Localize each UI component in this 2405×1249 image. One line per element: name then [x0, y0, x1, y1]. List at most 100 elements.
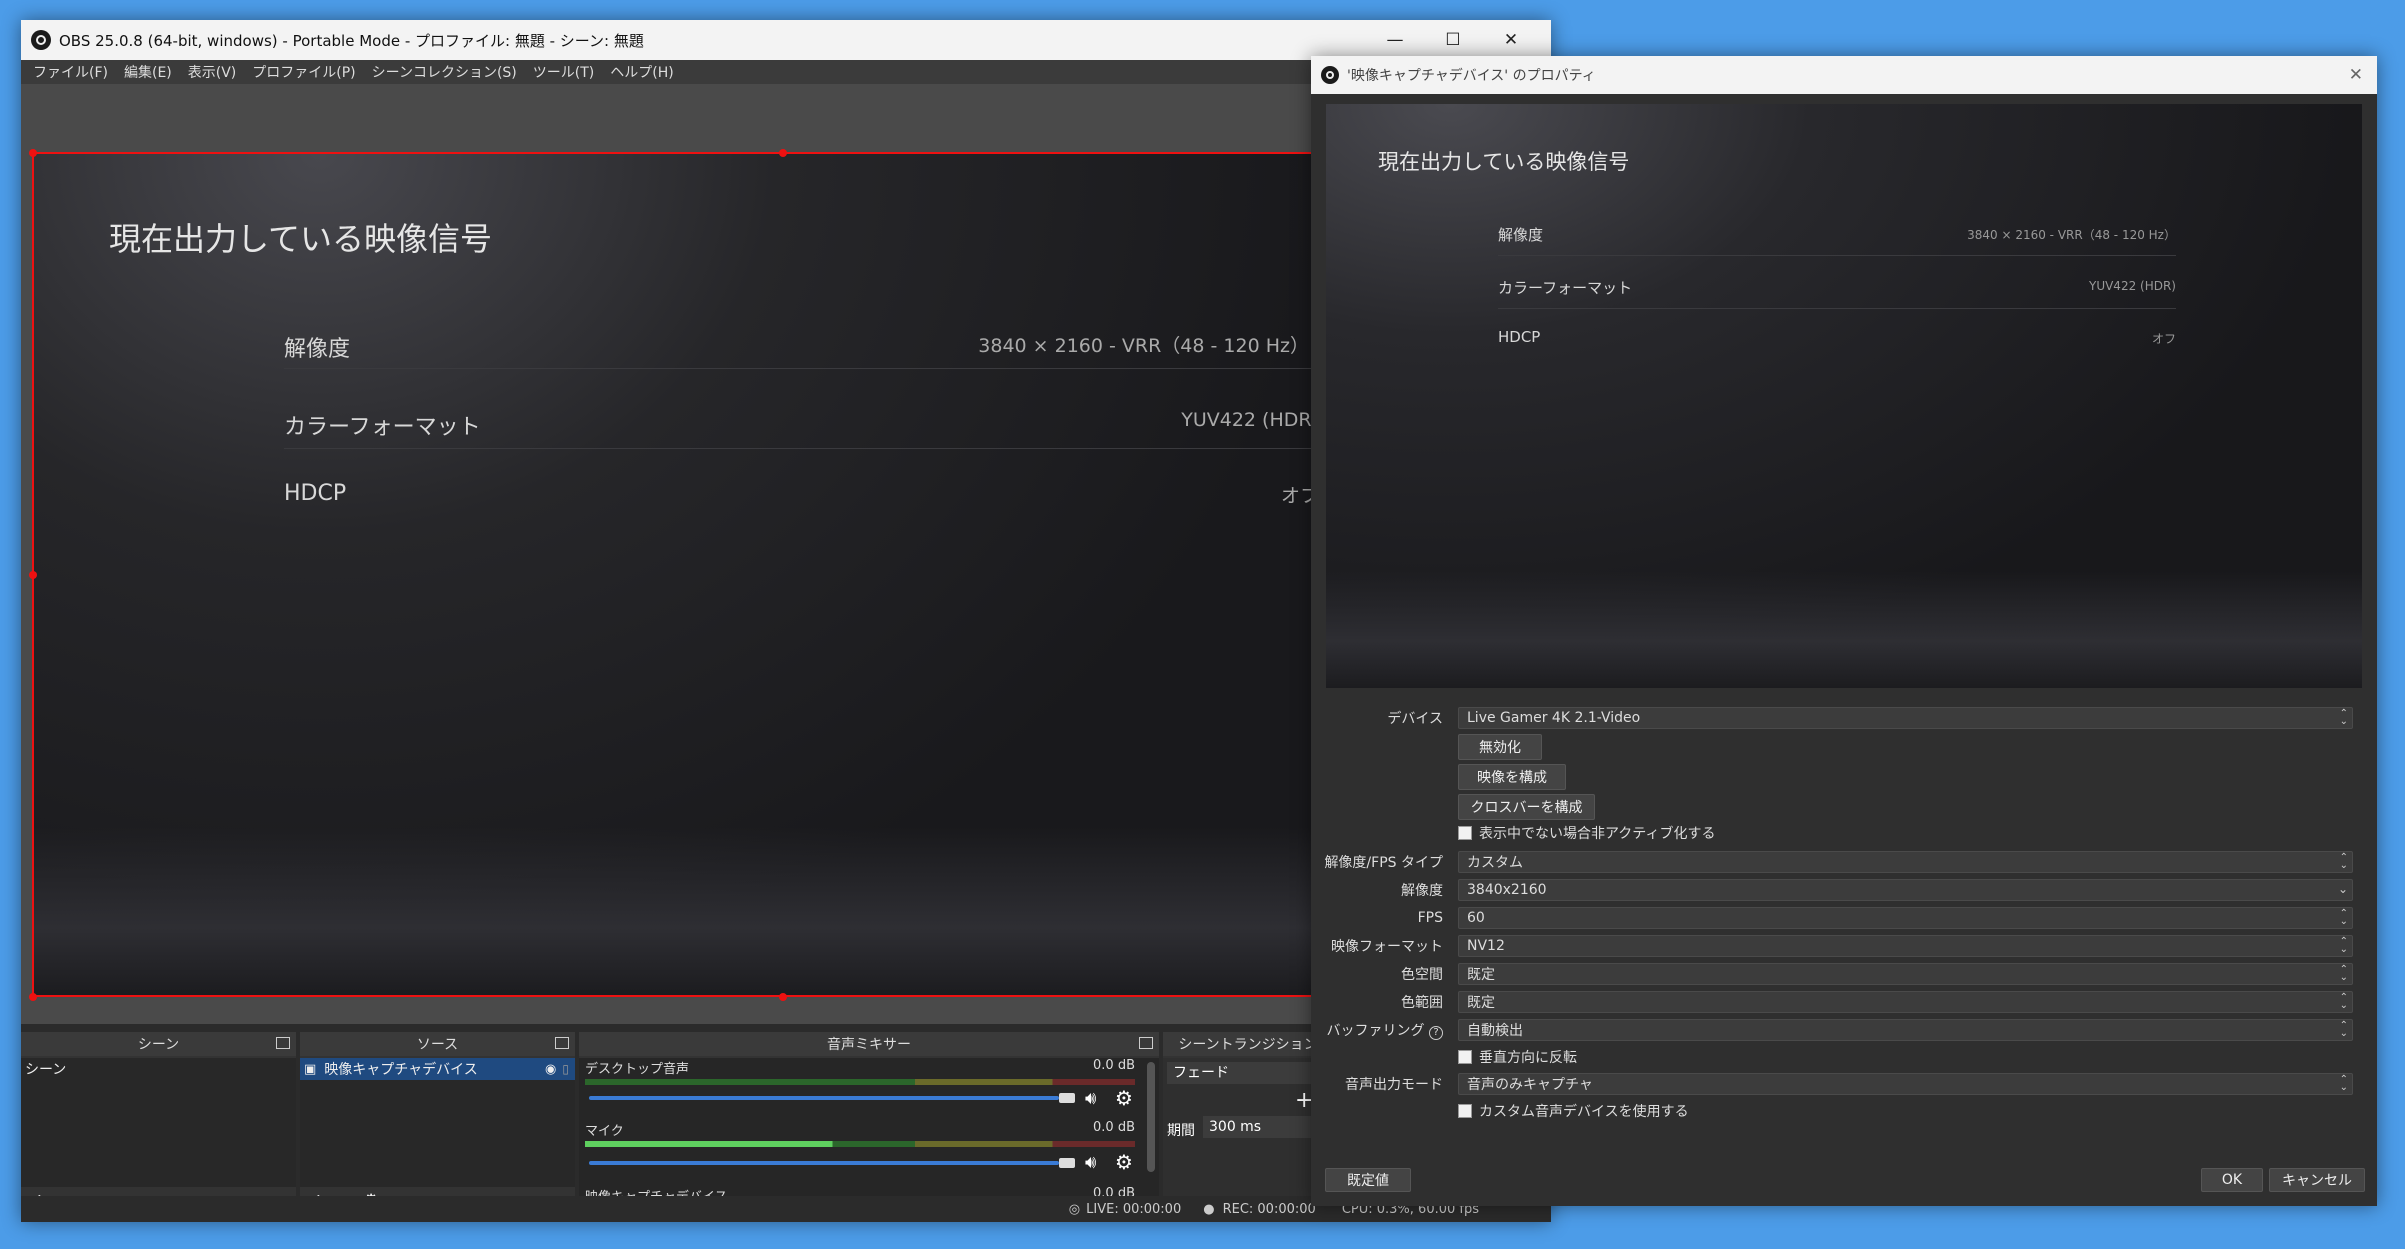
menu-profile[interactable]: プロファイル(P) [248, 62, 359, 82]
transform-handle[interactable] [29, 993, 37, 1001]
configure-video-button[interactable]: 映像を構成 [1458, 764, 1566, 790]
fps-select[interactable]: 60 ⌃ ⌄ [1458, 907, 2353, 929]
menu-help[interactable]: ヘルプ(H) [606, 62, 677, 82]
transform-handle[interactable] [779, 993, 787, 1001]
visibility-eye-icon[interactable]: ◉ [545, 1062, 556, 1077]
deactivate-button[interactable]: 無効化 [1458, 734, 1542, 760]
channel-name: デスクトップ音声 [585, 1062, 690, 1077]
field-value: カスタム [1467, 855, 1523, 871]
preview-floor-sheen [1326, 571, 2362, 688]
close-icon[interactable]: ✕ [2349, 65, 2363, 85]
deactivate-when-hidden-checkbox[interactable]: 表示中でない場合非アクティブ化する [1458, 823, 1715, 843]
obs-logo-icon [1321, 66, 1339, 84]
lock-icon[interactable]: ▯ [562, 1062, 569, 1076]
volume-meter [585, 1079, 1135, 1085]
speaker-icon[interactable]: 🔊︎ [1085, 1088, 1096, 1109]
color-space-select[interactable]: 既定 ⌃ ⌄ [1458, 963, 2353, 985]
obs-window-title: OBS 25.0.8 (64-bit, windows) - Portable … [59, 31, 644, 50]
float-dock-icon[interactable] [276, 1037, 290, 1049]
chevron-down-icon[interactable]: ⌄ [2338, 883, 2348, 895]
audio-output-mode-select[interactable]: 音声のみキャプチャ ⌃ ⌄ [1458, 1073, 2353, 1095]
transitions-header: シーントランジション [1163, 1032, 1333, 1056]
res-fps-type-select[interactable]: カスタム ⌃ ⌄ [1458, 851, 2353, 873]
speaker-icon[interactable]: 🔊︎ [1085, 1152, 1096, 1173]
properties-dialog: '映像キャプチャデバイス' のプロパティ ✕ 現在出力している映像信号 解像度 … [1311, 56, 2377, 1206]
menu-view[interactable]: 表示(V) [184, 62, 241, 82]
float-dock-icon[interactable] [1139, 1037, 1153, 1049]
preview-row-label: カラーフォーマット [284, 415, 481, 440]
device-value: Live Gamer 4K 2.1-Video [1467, 710, 1641, 726]
defaults-button[interactable]: 既定値 [1325, 1168, 1411, 1192]
source-item[interactable]: ▣ 映像キャプチャデバイス ◉ ▯ [300, 1058, 575, 1080]
field-label: 色範囲 [1401, 995, 1443, 1011]
mixer-scrollbar[interactable] [1147, 1062, 1155, 1172]
menu-tools[interactable]: ツール(T) [529, 62, 598, 82]
maximize-button[interactable]: ☐ [1425, 20, 1481, 60]
field-value: 3840x2160 [1467, 882, 1547, 898]
custom-audio-device-checkbox[interactable]: カスタム音声デバイスを使用する [1458, 1101, 1689, 1121]
color-range-select[interactable]: 既定 ⌃ ⌄ [1458, 991, 2353, 1013]
flip-vertical-checkbox[interactable]: 垂直方向に反転 [1458, 1047, 1577, 1067]
res-fps-type-row: 解像度/FPS タイプ カスタム ⌃ ⌄ [1311, 850, 2377, 874]
transform-handle[interactable] [779, 149, 787, 157]
transform-handle[interactable] [29, 571, 37, 579]
volume-slider[interactable] [589, 1161, 1059, 1165]
close-button[interactable]: ✕ [1483, 20, 1539, 60]
buffering-row: バッファリング ? 自動検出 ⌃ ⌄ [1311, 1018, 2377, 1042]
scenes-dock-header: シーン [21, 1032, 296, 1056]
duration-label: 期間 [1167, 1123, 1195, 1139]
cancel-button[interactable]: キャンセル [2269, 1168, 2365, 1192]
checkbox-box[interactable] [1458, 1104, 1472, 1118]
gear-icon[interactable]: ⚙ [1115, 1086, 1133, 1110]
resolution-combo[interactable]: 3840x2160 ⌄ [1458, 879, 2353, 901]
scene-transitions-dock: シーントランジション フェード + − 期間 300 ms [1163, 1032, 1335, 1215]
scene-item[interactable]: シーン [21, 1058, 296, 1080]
updown-arrow-icon: ⌃ ⌄ [2339, 1020, 2348, 1039]
field-label: 音声出力モード [1345, 1077, 1443, 1093]
gear-icon[interactable]: ⚙ [1115, 1150, 1133, 1174]
video-format-select[interactable]: NV12 ⌃ ⌄ [1458, 935, 2353, 957]
preview-row-value: 3840 × 2160 - VRR（48 - 120 Hz） [978, 335, 1309, 357]
checkbox-box[interactable] [1458, 826, 1472, 840]
resolution-row: 解像度 3840x2160 ⌄ [1311, 878, 2377, 902]
audio-output-mode-row: 音声出力モード 音声のみキャプチャ ⌃ ⌄ [1311, 1072, 2377, 1096]
minimize-button[interactable]: — [1367, 20, 1423, 60]
transform-handle[interactable] [29, 149, 37, 157]
menu-edit[interactable]: 編集(E) [120, 62, 176, 82]
live-indicator-icon: ◎ [1068, 1201, 1081, 1217]
preview-row-label: HDCP [284, 481, 347, 506]
obs-logo-icon [31, 30, 51, 50]
device-row: デバイス Live Gamer 4K 2.1-Video ⌃ ⌄ [1311, 706, 2377, 730]
menu-file[interactable]: ファイル(F) [29, 62, 112, 82]
preview-row-hdcp: HDCP オフ [284, 459, 1319, 519]
transition-select[interactable]: フェード [1167, 1062, 1333, 1084]
field-label: バッファリング ? [1311, 1020, 1451, 1040]
volume-slider-knob[interactable] [1059, 1093, 1075, 1103]
field-value: 音声のみキャプチャ [1467, 1077, 1593, 1093]
volume-meter [585, 1141, 1135, 1147]
checkbox-box[interactable] [1458, 1050, 1472, 1064]
field-value: 既定 [1467, 995, 1495, 1011]
buffering-select[interactable]: 自動検出 ⌃ ⌄ [1458, 1019, 2353, 1041]
transitions-body: フェード + − 期間 300 ms [1163, 1058, 1335, 1215]
help-icon[interactable]: ? [1429, 1026, 1443, 1040]
volume-slider[interactable] [589, 1096, 1059, 1100]
configure-crossbar-button[interactable]: クロスバーを構成 [1458, 794, 1595, 820]
mixer-channel-desktop: デスクトップ音声 0.0 dB [585, 1058, 1135, 1085]
preview-row-value: オフ [2151, 332, 2176, 346]
volume-slider-knob[interactable] [1059, 1158, 1075, 1168]
menu-scene-collection[interactable]: シーンコレクション(S) [368, 62, 521, 82]
preview-heading: 現在出力している映像信号 [109, 220, 493, 258]
field-value: NV12 [1467, 938, 1505, 954]
scenes-dock-title: シーン [137, 1037, 180, 1053]
float-dock-icon[interactable] [555, 1037, 569, 1049]
preview-source-frame[interactable]: 現在出力している映像信号 解像度 3840 × 2160 - VRR（48 - … [32, 152, 1332, 997]
color-range-row: 色範囲 既定 ⌃ ⌄ [1311, 990, 2377, 1014]
field-label: 映像フォーマット [1331, 939, 1443, 955]
properties-preview: 現在出力している映像信号 解像度 3840 × 2160 - VRR（48 - … [1326, 104, 2362, 688]
preview-row-value: YUV422 (HDR) [2088, 279, 2176, 293]
device-select[interactable]: Live Gamer 4K 2.1-Video ⌃ ⌄ [1458, 707, 2353, 729]
updown-arrow-icon: ⌃ ⌄ [2339, 908, 2348, 927]
ok-button[interactable]: OK [2201, 1168, 2263, 1192]
preview-row-label: 解像度 [284, 337, 351, 362]
